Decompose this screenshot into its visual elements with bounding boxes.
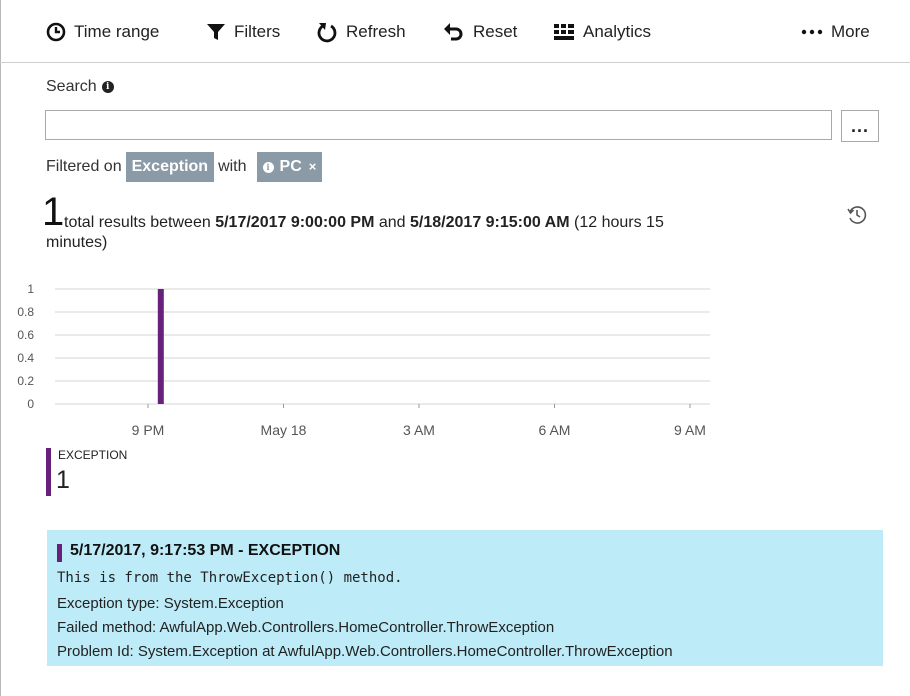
legend-swatch (46, 448, 51, 496)
result-count: 1 (42, 190, 65, 234)
filters-button[interactable]: Filters (206, 18, 280, 46)
summary-start: 5/17/2017 9:00:00 PM (215, 214, 375, 231)
ellipsis-icon (801, 29, 823, 35)
refresh-button[interactable]: Refresh (316, 18, 406, 46)
search-input[interactable] (45, 110, 832, 140)
result-type-marker (57, 544, 62, 562)
filter-with-text: with (218, 158, 247, 175)
more-button[interactable]: More (801, 18, 870, 46)
toolbar: Time range Filters Refresh Reset Analyti… (0, 0, 910, 63)
result-item[interactable]: 5/17/2017, 9:17:53 PM - EXCEPTION This i… (47, 530, 883, 666)
summary-end: 5/18/2017 9:15:00 AM (410, 214, 570, 231)
legend-label: EXCEPTION (58, 448, 128, 462)
y-tick-label: 0.4 (17, 351, 34, 365)
result-title: 5/17/2017, 9:17:53 PM - EXCEPTION (70, 542, 341, 559)
x-tick-label: May 18 (261, 422, 307, 438)
filter-type-chip[interactable]: Exception (125, 152, 215, 182)
time-range-button[interactable]: Time range (46, 18, 159, 46)
filter-type-label: Exception (131, 158, 209, 175)
history-icon[interactable] (845, 203, 869, 232)
y-tick-label: 0 (27, 397, 34, 411)
refresh-label: Refresh (346, 22, 406, 41)
info-icon: i (101, 81, 114, 93)
x-tick-label: 3 AM (403, 422, 435, 438)
summary-and: and (378, 214, 406, 231)
result-failed-method: Failed method: AwfulApp.Web.Controllers.… (57, 619, 555, 636)
search-label-row: Search i (46, 78, 114, 96)
close-icon[interactable]: × (309, 152, 317, 182)
search-options-button[interactable]: ... (841, 110, 879, 142)
analytics-icon (553, 22, 575, 42)
summary-text-pre: total results between (64, 214, 211, 231)
undo-icon (443, 21, 465, 43)
refresh-icon (316, 21, 338, 43)
search-label: Search (46, 78, 97, 95)
summary-duration-2: minutes) (46, 234, 108, 251)
y-tick-label: 0.6 (17, 328, 34, 342)
result-exception-type: Exception type: System.Exception (57, 595, 284, 612)
analytics-label: Analytics (583, 22, 652, 41)
results-chart: 1 0.8 0.6 0.4 0.2 0 9 PM May 18 3 AM 6 AM 9 AM (17, 282, 710, 438)
time-range-label: Time range (74, 22, 160, 41)
reset-button[interactable]: Reset (443, 18, 517, 46)
filter-prefix: Filtered on (46, 158, 122, 175)
reset-label: Reset (473, 22, 518, 41)
x-tick-label: 9 PM (132, 422, 165, 438)
y-tick-label: 0.2 (17, 374, 34, 388)
filter-row: Filtered on Exception with i PC × (46, 152, 326, 182)
filter-chip-pc[interactable]: i PC × (256, 152, 323, 182)
clock-icon (46, 22, 66, 42)
y-tick-label: 1 (27, 282, 34, 296)
more-label: More (831, 22, 870, 41)
result-problem-id: Problem Id: System.Exception at AwfulApp… (57, 643, 673, 660)
x-tick-label: 6 AM (539, 422, 571, 438)
bar[interactable] (157, 289, 164, 404)
y-tick-label: 0.8 (17, 305, 34, 319)
analytics-button[interactable]: Analytics (553, 18, 651, 46)
filter-icon (206, 22, 226, 42)
filters-label: Filters (234, 22, 281, 41)
filter-chip-label: PC (279, 158, 302, 175)
x-tick-label: 9 AM (674, 422, 706, 438)
legend-value: 1 (56, 466, 70, 494)
info-icon: i (262, 161, 274, 173)
summary-duration-1: (12 hours 15 (574, 214, 664, 231)
result-message: This is from the ThrowException() method… (57, 570, 403, 586)
result-summary: total results between 5/17/2017 9:00:00 … (64, 212, 804, 234)
